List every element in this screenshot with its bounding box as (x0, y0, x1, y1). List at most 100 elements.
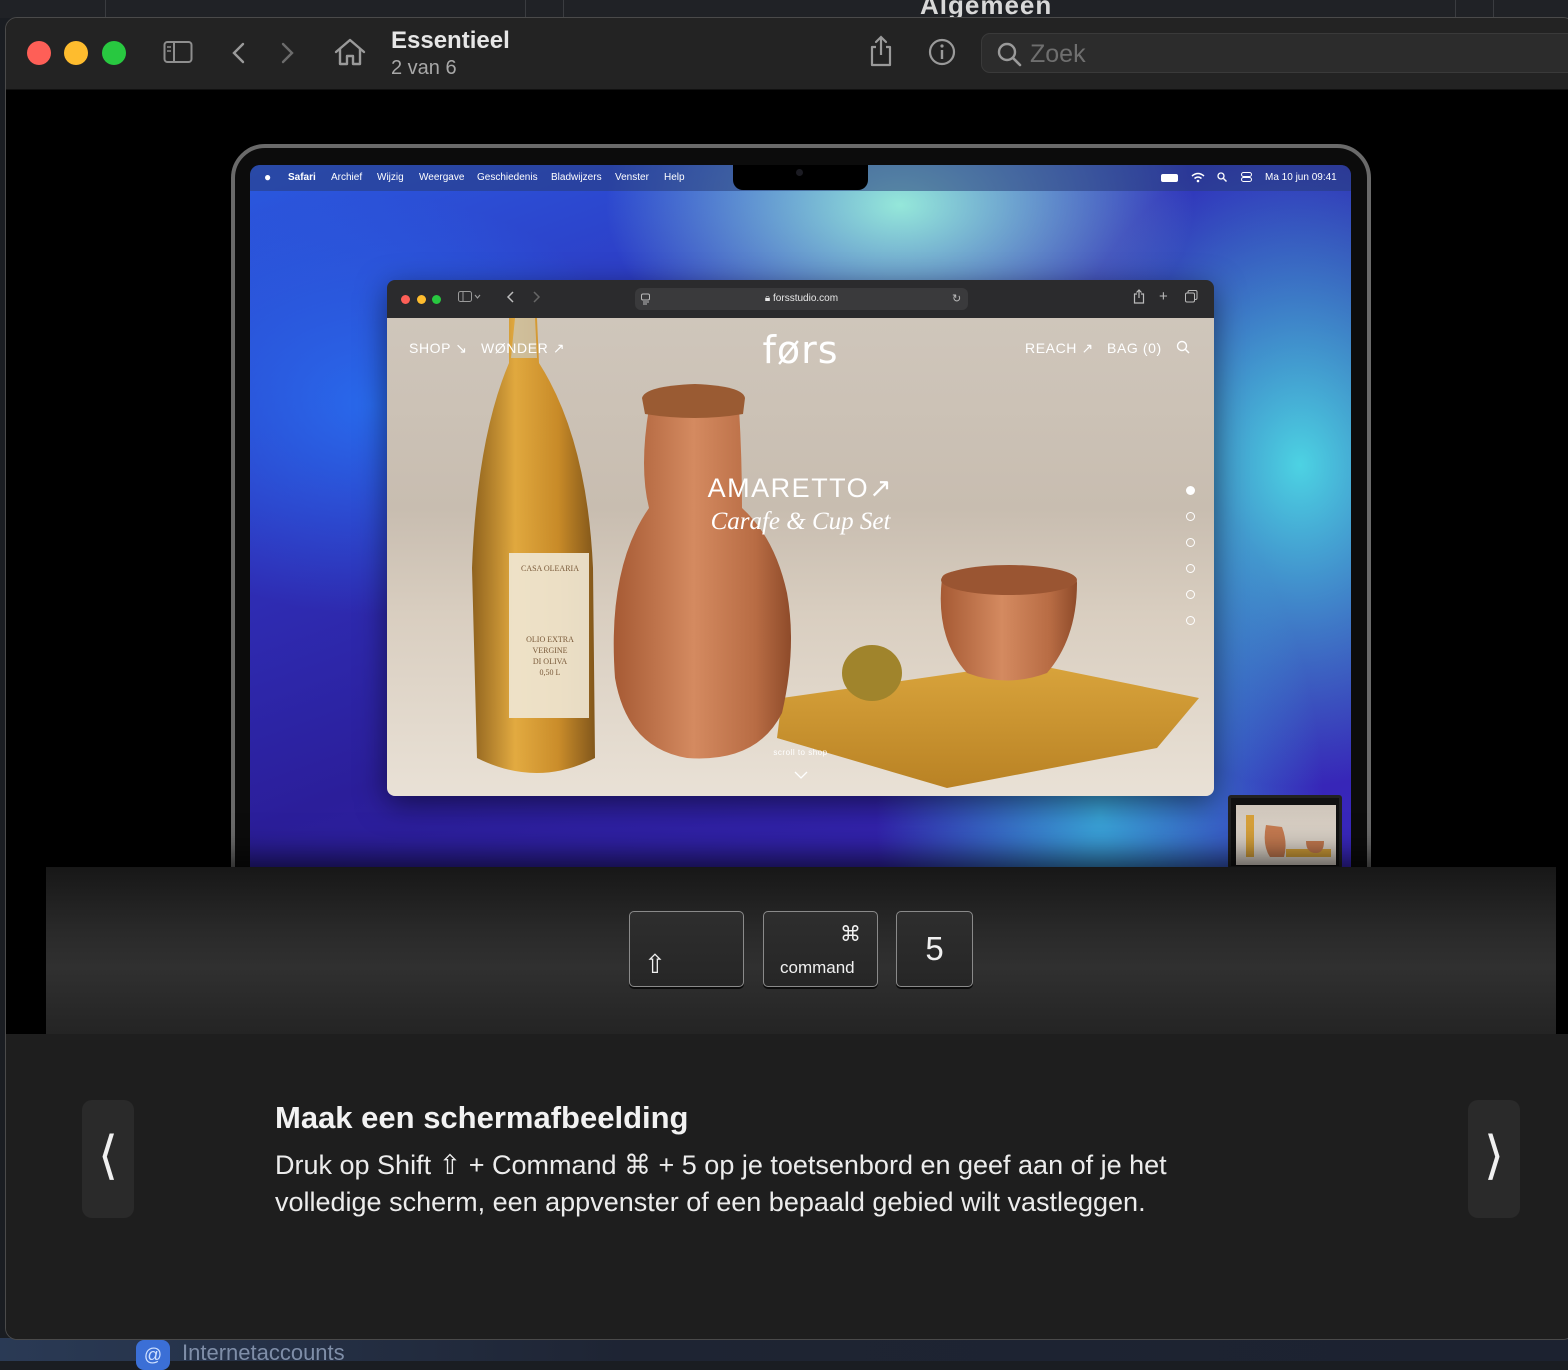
tip-description: Druk op Shift ⇧ + Command ⌘ + 5 op je to… (275, 1150, 1167, 1217)
safari-forward-icon (531, 290, 541, 307)
safari-window: 🔒︎ forsstudio.com ↻ + CASA OLEARIA OLIO … (387, 280, 1214, 796)
safari-back-icon (506, 290, 516, 307)
safari-sidebar-icon (458, 290, 482, 307)
thumbnail-photo (1246, 815, 1331, 857)
zoom-button[interactable] (102, 41, 126, 65)
safari-url: 🔒︎ forsstudio.com (635, 293, 968, 304)
tips-window: Essentieel 2 van 6 ● Safari Archief Wijz… (5, 17, 1568, 1340)
at-icon: @ (136, 1340, 170, 1370)
home-icon[interactable] (333, 37, 367, 72)
bottle-label-line: OLIO EXTRA (526, 635, 574, 644)
chevron-right-icon: ⟩ (1483, 1126, 1505, 1186)
scroll-hint: scroll to shop (773, 748, 828, 757)
command-key-label: command (780, 958, 855, 977)
carousel-dot-active (1186, 486, 1195, 495)
mac-desktop: ● Safari Archief Wijzig Weergave Geschie… (250, 165, 1351, 871)
carousel-dot (1186, 616, 1195, 625)
close-button[interactable] (27, 41, 51, 65)
tab-overview-icon (1185, 290, 1198, 306)
minimize-button[interactable] (64, 41, 88, 65)
forward-icon[interactable] (277, 40, 297, 71)
carousel-dot (1186, 590, 1195, 599)
fruit (842, 645, 902, 701)
carousel-dot (1186, 512, 1195, 521)
tip-panel: ⟨ Maak een schermafbeelding Druk op Shif… (6, 1034, 1568, 1339)
site-nav-bag: BAG (0) (1107, 340, 1162, 356)
search-icon (996, 41, 1022, 72)
sidebar-toggle-icon[interactable] (163, 40, 193, 69)
menu-item: Bladwijzers (551, 172, 602, 183)
background-divider (105, 0, 106, 18)
previous-tip-button[interactable]: ⟨ (82, 1100, 134, 1218)
battery-icon (1161, 174, 1178, 182)
shift-icon: ⇧ (644, 950, 666, 980)
background-window-strip (0, 0, 1568, 18)
reload-icon: ↻ (952, 293, 962, 305)
safari-address-bar: 🔒︎ forsstudio.com ↻ (635, 288, 968, 310)
search-field[interactable] (981, 33, 1568, 73)
illustration-stage: ● Safari Archief Wijzig Weergave Geschie… (6, 90, 1568, 1034)
window-title: Essentieel (391, 27, 510, 54)
wifi-icon (1191, 172, 1205, 186)
lock-icon: 🔒︎ (764, 293, 771, 304)
share-icon[interactable] (868, 34, 894, 73)
five-key-label: 5 (925, 930, 944, 967)
chevron-left-icon: ⟨ (97, 1126, 119, 1186)
safari-url-text: forsstudio.com (773, 293, 839, 304)
hero-title: AMARETTO↗ (707, 473, 894, 503)
menu-item: Geschiedenis (477, 172, 538, 183)
background-divider (1493, 0, 1494, 18)
spotlight-icon (1217, 172, 1227, 185)
bottle-label-line: CASA OLEARIA (520, 564, 579, 573)
menu-item: Wijzig (377, 172, 404, 183)
menu-item: Archief (331, 172, 363, 183)
chevron-down-icon (793, 767, 809, 785)
product-photo (472, 318, 1199, 788)
napkin (777, 663, 1199, 788)
safari-minimize-button (417, 295, 426, 304)
page-indicator: 2 van 6 (391, 57, 457, 79)
background-divider (1455, 0, 1456, 18)
background-divider (525, 0, 526, 18)
tip-title: Maak een schermafbeelding (275, 1100, 689, 1135)
bottle-label-line: DI OLIVA (532, 657, 568, 666)
bottle-label-line: VERGINE (532, 646, 568, 655)
carousel-dot (1186, 538, 1195, 547)
safari-share-icon (1133, 289, 1145, 307)
screenshot-thumbnail (1228, 795, 1342, 869)
safari-zoom-button (432, 295, 441, 304)
carafe (613, 408, 791, 759)
safari-close-button (401, 295, 410, 304)
command-icon: ⌘ (840, 922, 861, 946)
background-list-item[interactable]: Internetaccounts (182, 1340, 345, 1366)
apple-icon: ● (264, 170, 272, 184)
menu-item: Weergave (419, 172, 465, 183)
carousel-dot (1186, 564, 1195, 573)
laptop-illustration: ● Safari Archief Wijzig Weergave Geschie… (231, 144, 1371, 934)
hero-subtitle: Carafe & Cup Set (710, 508, 891, 535)
window-toolbar: Essentieel 2 van 6 (6, 18, 1568, 90)
menu-item: Safari (288, 172, 316, 183)
five-key: 5 (896, 911, 973, 987)
back-icon[interactable] (229, 40, 249, 71)
background-divider (563, 0, 564, 18)
site-search-icon (1176, 340, 1190, 357)
website-hero: CASA OLEARIA OLIO EXTRA VERGINE DI OLIVA… (387, 318, 1214, 796)
control-center-icon (1241, 172, 1252, 185)
menu-item: Venster (615, 172, 649, 183)
safari-toolbar: 🔒︎ forsstudio.com ↻ + (387, 280, 1214, 318)
shift-key: ⇧ (629, 911, 744, 987)
command-key: ⌘ command (763, 911, 878, 987)
new-tab-icon: + (1159, 288, 1168, 305)
shortcut-key-band: ⇧ ⌘ command 5 (46, 867, 1556, 1034)
info-icon[interactable] (928, 38, 956, 71)
menubar-clock: Ma 10 jun 09:41 (1265, 172, 1337, 183)
thumbnail-preview (1236, 805, 1336, 865)
bottle-label-text: CASA OLEARIA OLIO EXTRA VERGINE DI OLIVA… (515, 563, 585, 678)
bottle-label-line: 0,50 L (539, 668, 561, 677)
mac-menubar: ● Safari Archief Wijzig Weergave Geschie… (250, 165, 1351, 191)
window-title-block: Essentieel 2 van 6 (391, 27, 510, 80)
search-input[interactable] (1030, 40, 1530, 68)
camera-notch (733, 165, 868, 190)
next-tip-button[interactable]: ⟩ (1468, 1100, 1520, 1218)
